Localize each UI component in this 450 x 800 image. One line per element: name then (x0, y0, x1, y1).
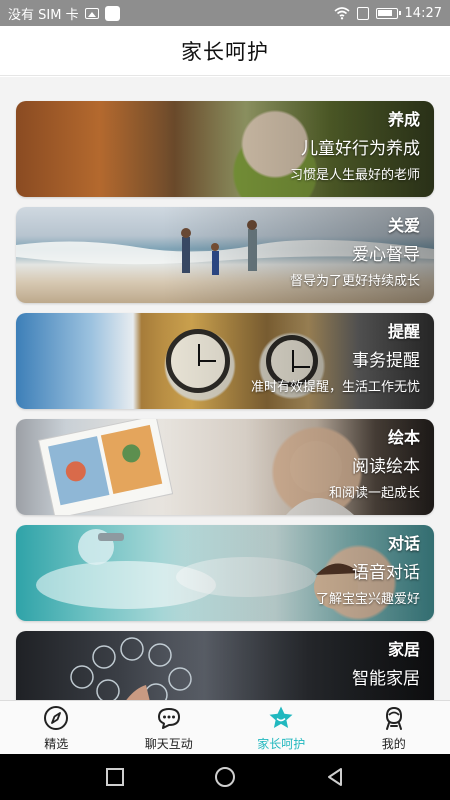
card-subtitle: 和阅读一起成长 (328, 486, 420, 501)
card-picture-book[interactable]: 绘本 阅读绘本 和阅读一起成长 (16, 419, 434, 515)
card-habit[interactable]: 养成 儿童好行为养成 习惯是人生最好的老师 (16, 101, 434, 197)
star-icon (269, 706, 293, 728)
card-text: 家居 智能家居 (352, 639, 420, 697)
tab-label: 精选 (44, 736, 69, 751)
card-tag: 绘本 (387, 428, 420, 447)
card-title: 阅读绘本 (352, 457, 420, 477)
status-bar: 没有 SIM 卡 14:27 (0, 0, 450, 26)
card-text: 提醒 事务提醒 准时有效提醒，生活工作无忧 (251, 321, 420, 397)
clock-text: 14:27 (404, 5, 442, 21)
status-left: 没有 SIM 卡 (8, 4, 120, 23)
card-text: 养成 儿童好行为养成 习惯是人生最好的老师 (290, 109, 420, 185)
battery-icon (375, 7, 401, 19)
square-icon (104, 5, 120, 21)
status-right: 14:27 (334, 6, 442, 21)
page-title: 家长呵护 (181, 39, 269, 64)
tab-profile[interactable]: 我的 (338, 701, 450, 754)
chat-icon (157, 707, 180, 729)
compass-icon (44, 705, 69, 730)
card-smart-home[interactable]: 家居 智能家居 (16, 631, 434, 700)
card-title: 爱心督导 (352, 245, 420, 265)
card-care[interactable]: 关爱 爱心督导 督导为了更好持续成长 (16, 207, 434, 303)
recents-button[interactable] (95, 757, 135, 797)
carrier-text: 没有 SIM 卡 (8, 7, 79, 23)
home-button[interactable] (205, 757, 245, 797)
card-tag: 对话 (387, 534, 420, 553)
system-nav-bar (0, 754, 450, 800)
card-subtitle: 准时有效提醒，生活工作无忧 (250, 380, 420, 395)
eye-icon (356, 6, 369, 20)
card-text: 对话 语音对话 了解宝宝兴趣爱好 (316, 533, 420, 609)
square-icon (106, 768, 124, 786)
card-title: 儿童好行为养成 (301, 139, 420, 159)
card-subtitle: 了解宝宝兴趣爱好 (315, 592, 420, 607)
profile-icon (385, 706, 402, 730)
image-icon (84, 7, 99, 19)
card-subtitle: 督导为了更好持续成长 (289, 274, 420, 289)
card-title: 语音对话 (352, 563, 420, 583)
back-button[interactable] (315, 757, 355, 797)
tab-label: 聊天互动 (144, 736, 193, 751)
bottom-tab-bar: 精选 聊天互动 家长呵护 我的 (0, 700, 450, 754)
card-list[interactable]: 养成 儿童好行为养成 习惯是人生最好的老师 关爱 爱心督导 督导为了更好持续成长 (0, 77, 450, 700)
wifi-icon (334, 7, 350, 20)
tab-parental-care[interactable]: 家长呵护 (225, 701, 338, 754)
tab-label: 我的 (381, 736, 406, 751)
tab-chat[interactable]: 聊天互动 (113, 701, 226, 754)
circle-icon (215, 767, 235, 787)
tab-featured[interactable]: 精选 (0, 701, 113, 754)
triangle-back-icon (328, 768, 342, 786)
card-text: 绘本 阅读绘本 和阅读一起成长 (329, 427, 420, 503)
card-title: 智能家居 (352, 669, 420, 689)
card-voice-chat[interactable]: 对话 语音对话 了解宝宝兴趣爱好 (16, 525, 434, 621)
app-header: 家长呵护 (0, 26, 450, 76)
card-tag: 关爱 (387, 216, 420, 235)
card-subtitle: 习惯是人生最好的老师 (289, 168, 420, 183)
card-tag: 养成 (387, 110, 420, 129)
card-tag: 提醒 (387, 322, 420, 341)
card-reminder[interactable]: 提醒 事务提醒 准时有效提醒，生活工作无忧 (16, 313, 434, 409)
card-title: 事务提醒 (352, 351, 420, 371)
tab-label: 家长呵护 (257, 736, 306, 751)
card-text: 关爱 爱心督导 督导为了更好持续成长 (290, 215, 420, 291)
card-tag: 家居 (387, 640, 420, 659)
